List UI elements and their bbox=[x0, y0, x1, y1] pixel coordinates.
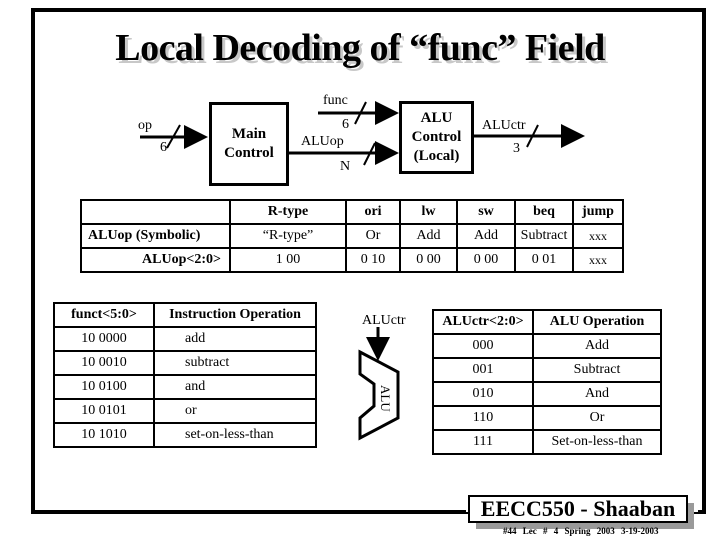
main-control-line2: Control bbox=[224, 145, 274, 161]
funct-code: 10 0100 bbox=[53, 374, 155, 400]
alu-body-label: ALU bbox=[378, 385, 393, 412]
func-width-label: 6 bbox=[342, 117, 349, 132]
aluctr-width-label: 3 bbox=[513, 141, 520, 156]
cell: Add bbox=[456, 223, 516, 249]
aluctr-table: ALUctr<2:0> ALU Operation 000 Add 001 Su… bbox=[432, 309, 662, 455]
funct-code: 10 0000 bbox=[53, 326, 155, 352]
row-label-bits: ALUop<2:0> bbox=[80, 247, 231, 273]
alu-operation: And bbox=[532, 381, 662, 407]
funct-header: funct<5:0> bbox=[53, 302, 155, 328]
cell: xxx bbox=[572, 223, 624, 249]
func-label: func bbox=[323, 93, 348, 108]
aluop-bits-row: ALUop<2:0> 1 00 0 10 0 00 0 00 0 01 xxx bbox=[80, 247, 624, 273]
footer-subtitle: #44 Lec # 4 Spring 2003 3-19-2003 bbox=[503, 526, 659, 536]
table-row: 001 Subtract bbox=[432, 357, 662, 383]
footer-title: EECC550 - Shaaban bbox=[468, 495, 688, 523]
aluop-header-sw: sw bbox=[456, 199, 516, 225]
instruction-operation: add bbox=[153, 326, 317, 352]
aluctr-code: 010 bbox=[432, 381, 534, 407]
funct-table: funct<5:0> Instruction Operation 10 0000… bbox=[53, 302, 317, 448]
aluop-header-beq: beq bbox=[514, 199, 574, 225]
instruction-operation: and bbox=[153, 374, 317, 400]
instruction-operation: set-on-less-than bbox=[153, 422, 317, 448]
cell: 0 10 bbox=[345, 247, 401, 273]
instruction-operation: subtract bbox=[153, 350, 317, 376]
table-row: 110 Or bbox=[432, 405, 662, 431]
main-control-block: Main Control bbox=[209, 102, 289, 186]
cell: “R-type” bbox=[229, 223, 347, 249]
alu-operation-header: ALU Operation bbox=[532, 309, 662, 335]
alu-operation: Subtract bbox=[532, 357, 662, 383]
alu-control-line2: Control bbox=[411, 129, 462, 145]
table-row: 10 0000 add bbox=[53, 326, 317, 352]
cell: 0 00 bbox=[399, 247, 458, 273]
cell: 0 01 bbox=[514, 247, 574, 273]
instruction-operation-header: Instruction Operation bbox=[153, 302, 317, 328]
aluop-symbolic-row: ALUop (Symbolic) “R-type” Or Add Add Sub… bbox=[80, 223, 624, 249]
main-control-line1: Main bbox=[231, 126, 267, 142]
table-row: 000 Add bbox=[432, 333, 662, 359]
alu-aluctr-input-label: ALUctr bbox=[362, 313, 406, 328]
table-row: 10 0100 and bbox=[53, 374, 317, 400]
cell: Or bbox=[345, 223, 401, 249]
funct-code: 10 0010 bbox=[53, 350, 155, 376]
funct-code: 10 0101 bbox=[53, 398, 155, 424]
aluop-header-ori: ori bbox=[345, 199, 401, 225]
table-row: 10 0101 or bbox=[53, 398, 317, 424]
aluctr-header: ALUctr<2:0> bbox=[432, 309, 534, 335]
funct-code: 10 1010 bbox=[53, 422, 155, 448]
alu-operation: Set-on-less-than bbox=[532, 429, 662, 455]
aluctr-label: ALUctr bbox=[482, 118, 526, 133]
aluctr-code: 111 bbox=[432, 429, 534, 455]
table-row: 010 And bbox=[432, 381, 662, 407]
funct-table-header-row: funct<5:0> Instruction Operation bbox=[53, 302, 317, 328]
aluop-header-rtype: R-type bbox=[229, 199, 347, 225]
alu-operation: Add bbox=[532, 333, 662, 359]
aluop-label: ALUop bbox=[301, 134, 344, 149]
cell: Subtract bbox=[514, 223, 574, 249]
cell: xxx bbox=[572, 247, 624, 273]
table-row: 10 0010 subtract bbox=[53, 350, 317, 376]
aluctr-code: 001 bbox=[432, 357, 534, 383]
alu-control-block: ALU Control (Local) bbox=[399, 101, 474, 174]
aluop-width-label: N bbox=[340, 159, 351, 174]
alu-control-line3: (Local) bbox=[413, 148, 460, 164]
cell: 1 00 bbox=[229, 247, 347, 273]
aluop-table-header-row: R-type ori lw sw beq jump bbox=[80, 199, 624, 225]
table-row: 111 Set-on-less-than bbox=[432, 429, 662, 455]
aluop-header-jump: jump bbox=[572, 199, 624, 225]
table-row: 10 1010 set-on-less-than bbox=[53, 422, 317, 448]
aluop-header-lw: lw bbox=[399, 199, 458, 225]
aluop-header-blank bbox=[80, 199, 231, 225]
op-width-label: 6 bbox=[160, 140, 167, 155]
cell: Add bbox=[399, 223, 458, 249]
alu-control-line1: ALU bbox=[420, 110, 453, 126]
row-label-symbolic: ALUop (Symbolic) bbox=[80, 223, 231, 249]
op-label: op bbox=[138, 118, 152, 133]
alu-operation: Or bbox=[532, 405, 662, 431]
aluctr-table-header-row: ALUctr<2:0> ALU Operation bbox=[432, 309, 662, 335]
cell: 0 00 bbox=[456, 247, 516, 273]
instruction-operation: or bbox=[153, 398, 317, 424]
aluop-table: R-type ori lw sw beq jump ALUop (Symboli… bbox=[80, 199, 624, 273]
aluctr-code: 000 bbox=[432, 333, 534, 359]
aluctr-code: 110 bbox=[432, 405, 534, 431]
